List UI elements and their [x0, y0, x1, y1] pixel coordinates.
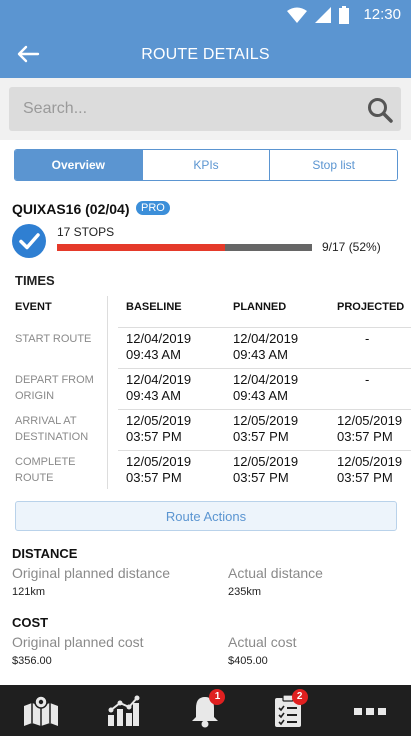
baseline-date: 12/05/2019 [126, 454, 192, 469]
search-icon[interactable] [367, 97, 393, 123]
battery-icon [339, 6, 349, 24]
nav-tasks[interactable]: 2 [266, 688, 310, 731]
check-circle-icon [12, 224, 46, 258]
tab-overview[interactable]: Overview [15, 150, 143, 180]
actual-distance-label: Actual distance [228, 565, 323, 581]
projected-value: - [365, 372, 370, 387]
search-bar [0, 78, 411, 140]
bottom-nav: 1 2 [0, 685, 411, 736]
baseline-time: 03:57 PM [126, 470, 182, 485]
route-progress-bar [57, 244, 312, 251]
baseline-time: 09:43 AM [126, 388, 181, 403]
route-actions-button[interactable]: Route Actions [15, 501, 397, 531]
status-time: 12:30 [363, 6, 401, 23]
event-label: ARRIVAL AT DESTINATION [15, 415, 89, 443]
projected-value: - [365, 331, 370, 346]
search-input[interactable] [9, 87, 359, 131]
times-title: TIMES [15, 273, 55, 288]
stops-count: 17 STOPS [57, 225, 115, 239]
map-icon [24, 694, 59, 726]
table-row: COMPLETE ROUTE 12/05/2019 03:57 PM 12/05… [0, 450, 411, 491]
table-row: START ROUTE 12/04/2019 09:43 AM 12/04/20… [0, 327, 411, 368]
actual-cost-value: $405.00 [228, 655, 268, 667]
status-bar: 12:30 [0, 0, 411, 30]
planned-date: 12/05/2019 [233, 413, 299, 428]
tab-kpis[interactable]: KPIs [142, 150, 271, 180]
planned-time: 03:57 PM [233, 429, 289, 444]
actual-distance-value: 235km [228, 586, 262, 598]
route-name: QUIXAS16 (02/04) [12, 201, 130, 217]
notification-badge: 1 [209, 688, 226, 705]
search-box [9, 87, 401, 131]
page-title: ROUTE DETAILS [141, 46, 270, 63]
table-row: DEPART FROM ORIGIN 12/04/2019 09:43 AM 1… [0, 368, 411, 409]
baseline-date: 12/05/2019 [126, 413, 192, 428]
header-baseline: BASELINE [126, 301, 182, 313]
nav-analytics[interactable] [101, 691, 145, 731]
header-projected: PROJECTED [337, 301, 405, 313]
projected-time: 03:57 PM [337, 470, 393, 485]
projected-time: 03:57 PM [337, 429, 393, 444]
event-label: COMPLETE ROUTE [15, 456, 76, 484]
nav-more[interactable] [348, 691, 392, 731]
nav-notifications[interactable]: 1 [183, 688, 227, 731]
progress-text: 9/17 (52%) [322, 240, 381, 254]
planned-cost-label: Original planned cost [12, 634, 144, 650]
tab-bar: Overview KPIs Stop list [14, 149, 398, 181]
nav-map[interactable] [19, 691, 63, 731]
planned-distance-label: Original planned distance [12, 565, 170, 581]
distance-title: DISTANCE [12, 546, 78, 561]
actual-cost-label: Actual cost [228, 634, 297, 650]
baseline-time: 03:57 PM [126, 429, 182, 444]
planned-date: 12/05/2019 [233, 454, 299, 469]
wifi-icon [287, 7, 307, 23]
event-label: START ROUTE [15, 333, 92, 345]
baseline-date: 12/04/2019 [126, 372, 192, 387]
planned-time: 03:57 PM [233, 470, 289, 485]
app-bar: ROUTE DETAILS [0, 30, 411, 78]
projected-date: 12/05/2019 [337, 454, 403, 469]
projected-date: 12/05/2019 [337, 413, 403, 428]
more-icon [353, 707, 386, 715]
planned-distance-value: 121km [12, 586, 46, 598]
tasks-badge: 2 [291, 688, 308, 705]
analytics-icon [108, 695, 140, 726]
cost-title: COST [12, 615, 49, 630]
event-label: DEPART FROM ORIGIN [15, 374, 94, 402]
header-planned: PLANNED [233, 301, 287, 313]
header-event: EVENT [15, 301, 52, 313]
route-progress-fill [57, 244, 226, 251]
tab-stop-list[interactable]: Stop list [270, 150, 397, 180]
planned-time: 09:43 AM [233, 388, 288, 403]
planned-date: 12/04/2019 [233, 331, 299, 346]
signal-icon [315, 7, 331, 23]
planned-cost-value: $356.00 [12, 655, 52, 667]
planned-time: 09:43 AM [233, 347, 288, 362]
baseline-date: 12/04/2019 [126, 331, 192, 346]
pro-badge: PRO [136, 201, 170, 215]
table-row: ARRIVAL AT DESTINATION 12/05/2019 03:57 … [0, 409, 411, 450]
planned-date: 12/04/2019 [233, 372, 299, 387]
baseline-time: 09:43 AM [126, 347, 181, 362]
